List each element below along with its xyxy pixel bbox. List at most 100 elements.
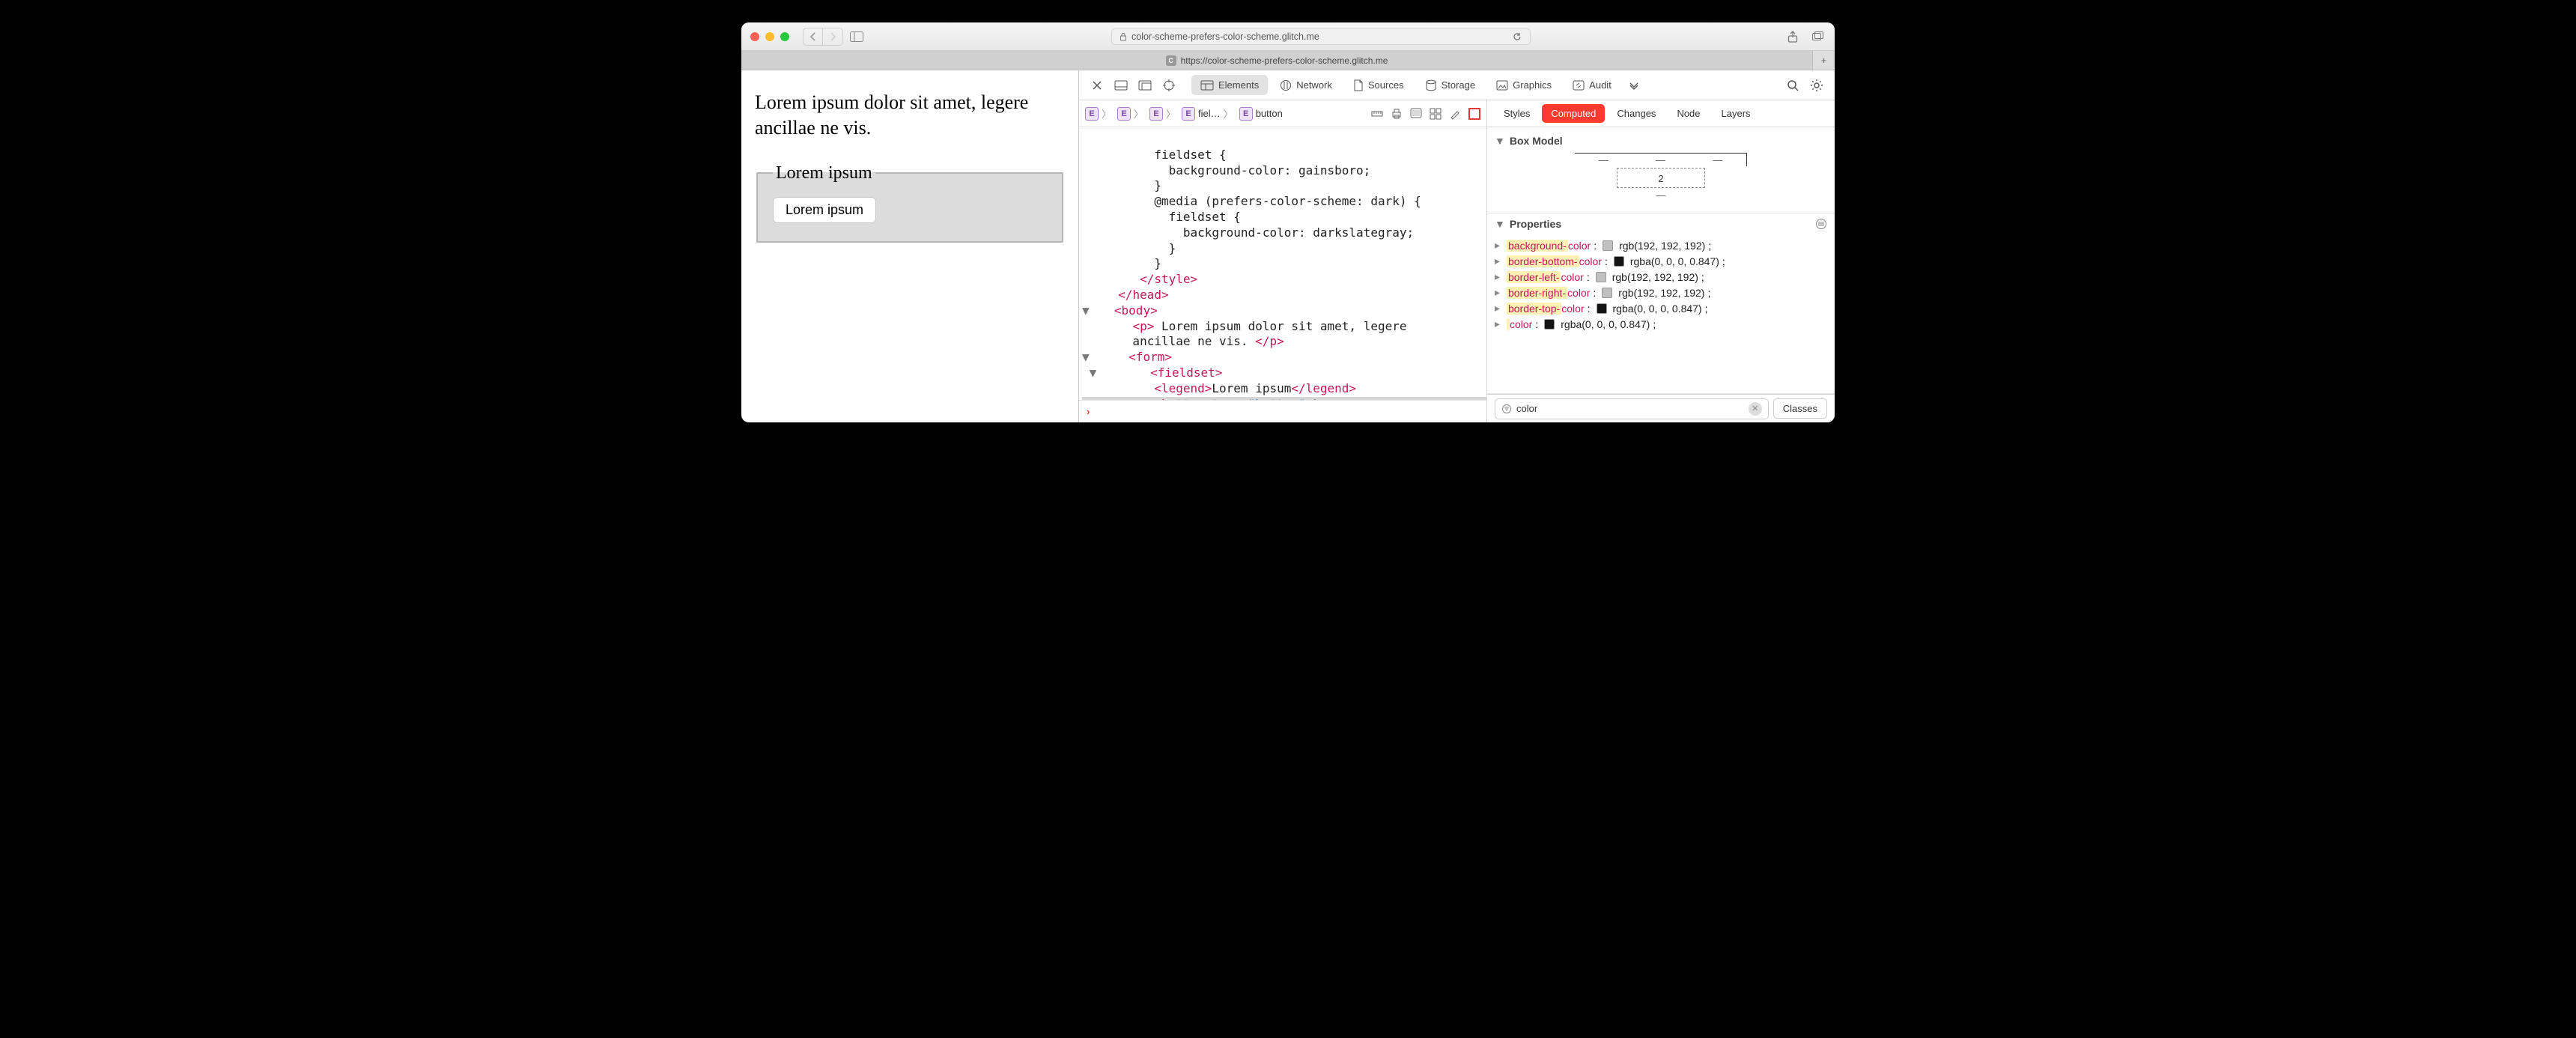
breadcrumb-item-2[interactable]: E〉 <box>1149 106 1176 121</box>
tab-elements[interactable]: Elements <box>1191 75 1268 95</box>
network-icon <box>1280 79 1292 91</box>
tab-node[interactable]: Node <box>1668 104 1709 123</box>
dom-line: fieldset { <box>1082 210 1241 224</box>
tab-computed[interactable]: Computed <box>1542 104 1605 123</box>
traffic-lights <box>750 32 789 41</box>
dom-line: @media (prefers-color-scheme: dark) { <box>1082 194 1421 208</box>
tab-network[interactable]: Network <box>1271 75 1341 96</box>
audit-icon <box>1573 80 1585 91</box>
dom-line: background-color: darkslategray; <box>1082 225 1414 240</box>
page-legend: Lorem ipsum <box>773 163 875 183</box>
filter-value: color <box>1516 403 1537 414</box>
dom-toolbar-icons <box>1371 108 1480 120</box>
close-window-button[interactable] <box>750 32 759 41</box>
settings-gear-icon[interactable] <box>1806 75 1827 96</box>
styles-panel: Styles Computed Changes Node Layers ▼Box… <box>1487 100 1835 422</box>
content-area: Lorem ipsum dolor sit amet, legere ancil… <box>741 70 1835 422</box>
dom-line: background-color: gainsboro; <box>1082 163 1370 177</box>
browser-tab-bar: C https://color-scheme-prefers-color-sch… <box>741 51 1835 70</box>
ruler-icon[interactable] <box>1371 108 1383 120</box>
devtools-panel: Elements Network Sources Storage Graphic… <box>1078 70 1835 422</box>
page-button[interactable]: Lorem ipsum <box>773 197 876 223</box>
tab-storage[interactable]: Storage <box>1416 75 1485 96</box>
breadcrumb-item-4[interactable]: Ebutton <box>1239 107 1283 121</box>
more-tabs-icon[interactable] <box>1623 75 1644 96</box>
sources-icon <box>1353 79 1364 91</box>
tab-graphics[interactable]: Graphics <box>1487 75 1561 95</box>
share-icon[interactable] <box>1785 29 1800 44</box>
tab-sources[interactable]: Sources <box>1344 75 1413 96</box>
dom-line: fieldset { <box>1082 148 1227 162</box>
box-model-title: Box Model <box>1510 135 1563 147</box>
classes-button[interactable]: Classes <box>1773 398 1827 419</box>
breadcrumb-item-3[interactable]: Efiel…〉 <box>1182 106 1233 121</box>
inspect-element-icon[interactable] <box>1158 75 1179 96</box>
browser-tab[interactable]: C https://color-scheme-prefers-color-sch… <box>741 51 1812 70</box>
tab-favicon: C <box>1166 55 1176 66</box>
webpage-viewport: Lorem ipsum dolor sit amet, legere ancil… <box>741 70 1078 422</box>
dom-line: } <box>1082 241 1176 255</box>
dom-line: <legend>Lorem ipsum</legend> <box>1082 381 1356 395</box>
nav-back-forward <box>803 28 843 46</box>
tab-audit[interactable]: Audit <box>1564 75 1620 95</box>
back-button[interactable] <box>804 28 823 45</box>
property-row[interactable]: ▸border-left-color:rgb(192, 192, 192); <box>1495 269 1827 285</box>
toolbar-right <box>1785 29 1826 44</box>
dom-tree[interactable]: fieldset { background-color: gainsboro; … <box>1079 127 1486 400</box>
maximize-window-button[interactable] <box>780 32 789 41</box>
breadcrumb-item-1[interactable]: E〉 <box>1117 106 1143 121</box>
property-row[interactable]: ▸border-top-color:rgba(0, 0, 0, 0.847); <box>1495 300 1827 316</box>
tab-storage-label: Storage <box>1442 79 1476 91</box>
reload-icon[interactable] <box>1512 31 1522 42</box>
dock-side-icon[interactable] <box>1134 75 1155 96</box>
dom-line: </style> <box>1082 272 1197 286</box>
lock-icon <box>1120 32 1127 41</box>
clear-filter-icon[interactable]: ✕ <box>1749 402 1762 416</box>
storage-icon <box>1425 79 1437 91</box>
search-icon[interactable] <box>1782 75 1803 96</box>
print-styles-icon[interactable] <box>1391 108 1403 120</box>
paint-icon[interactable] <box>1449 108 1461 120</box>
tab-changes[interactable]: Changes <box>1608 104 1665 123</box>
dom-line: </head> <box>1082 288 1169 302</box>
page-form: Lorem ipsum Lorem ipsum <box>755 163 1065 243</box>
tabs-overview-icon[interactable] <box>1811 29 1826 44</box>
styles-tab-bar: Styles Computed Changes Node Layers <box>1487 100 1835 127</box>
property-row[interactable]: ▸border-bottom-color:rgba(0, 0, 0, 0.847… <box>1495 253 1827 269</box>
box-model-diagram: — — — 2 — <box>1495 150 1827 208</box>
new-tab-button[interactable]: + <box>1812 51 1835 70</box>
property-row[interactable]: ▸background-color:rgb(192, 192, 192); <box>1495 237 1827 253</box>
force-appearance-icon[interactable] <box>1410 108 1422 120</box>
grid-icon[interactable] <box>1430 108 1442 120</box>
sidebar-toggle-icon[interactable] <box>849 29 864 44</box>
properties-filter-input[interactable]: color ✕ <box>1495 398 1769 419</box>
tab-layers[interactable]: Layers <box>1713 104 1760 123</box>
address-bar[interactable]: color-scheme-prefers-color-scheme.glitch… <box>1111 28 1531 45</box>
window-titlebar: color-scheme-prefers-color-scheme.glitch… <box>741 22 1835 51</box>
devtools-body: E〉 E〉 E〉 Efiel…〉 Ebutton <box>1079 100 1835 422</box>
breadcrumb-label: button <box>1256 108 1283 119</box>
box-model-value: 2 <box>1658 172 1663 184</box>
dom-line: ▼ <fieldset> <box>1082 365 1222 380</box>
tab-graphics-label: Graphics <box>1513 79 1552 91</box>
elements-icon <box>1200 80 1214 91</box>
forward-button[interactable] <box>823 28 842 45</box>
close-devtools-icon[interactable] <box>1087 75 1108 96</box>
box-model-value: — <box>1656 189 1666 201</box>
compositing-borders-icon[interactable] <box>1468 108 1480 120</box>
tab-audit-label: Audit <box>1589 79 1611 91</box>
minimize-window-button[interactable] <box>765 32 774 41</box>
breadcrumb-item-0[interactable]: E〉 <box>1085 106 1111 121</box>
dock-bottom-icon[interactable] <box>1111 75 1131 96</box>
page-fieldset: Lorem ipsum Lorem ipsum <box>756 163 1063 243</box>
properties-menu-icon[interactable] <box>1815 218 1827 230</box>
console-prompt[interactable]: › <box>1079 400 1486 422</box>
dom-line: ancillae ne vis. </p> <box>1082 334 1284 348</box>
property-row[interactable]: ▸border-right-color:rgb(192, 192, 192); <box>1495 285 1827 300</box>
dom-line: } <box>1082 256 1161 270</box>
box-model-value: — <box>1599 154 1609 166</box>
box-model-value: — <box>1656 154 1665 166</box>
dom-line: ▼ <form> <box>1082 350 1172 364</box>
property-row[interactable]: ▸color:rgba(0, 0, 0, 0.847); <box>1495 316 1827 332</box>
tab-styles[interactable]: Styles <box>1495 104 1539 123</box>
